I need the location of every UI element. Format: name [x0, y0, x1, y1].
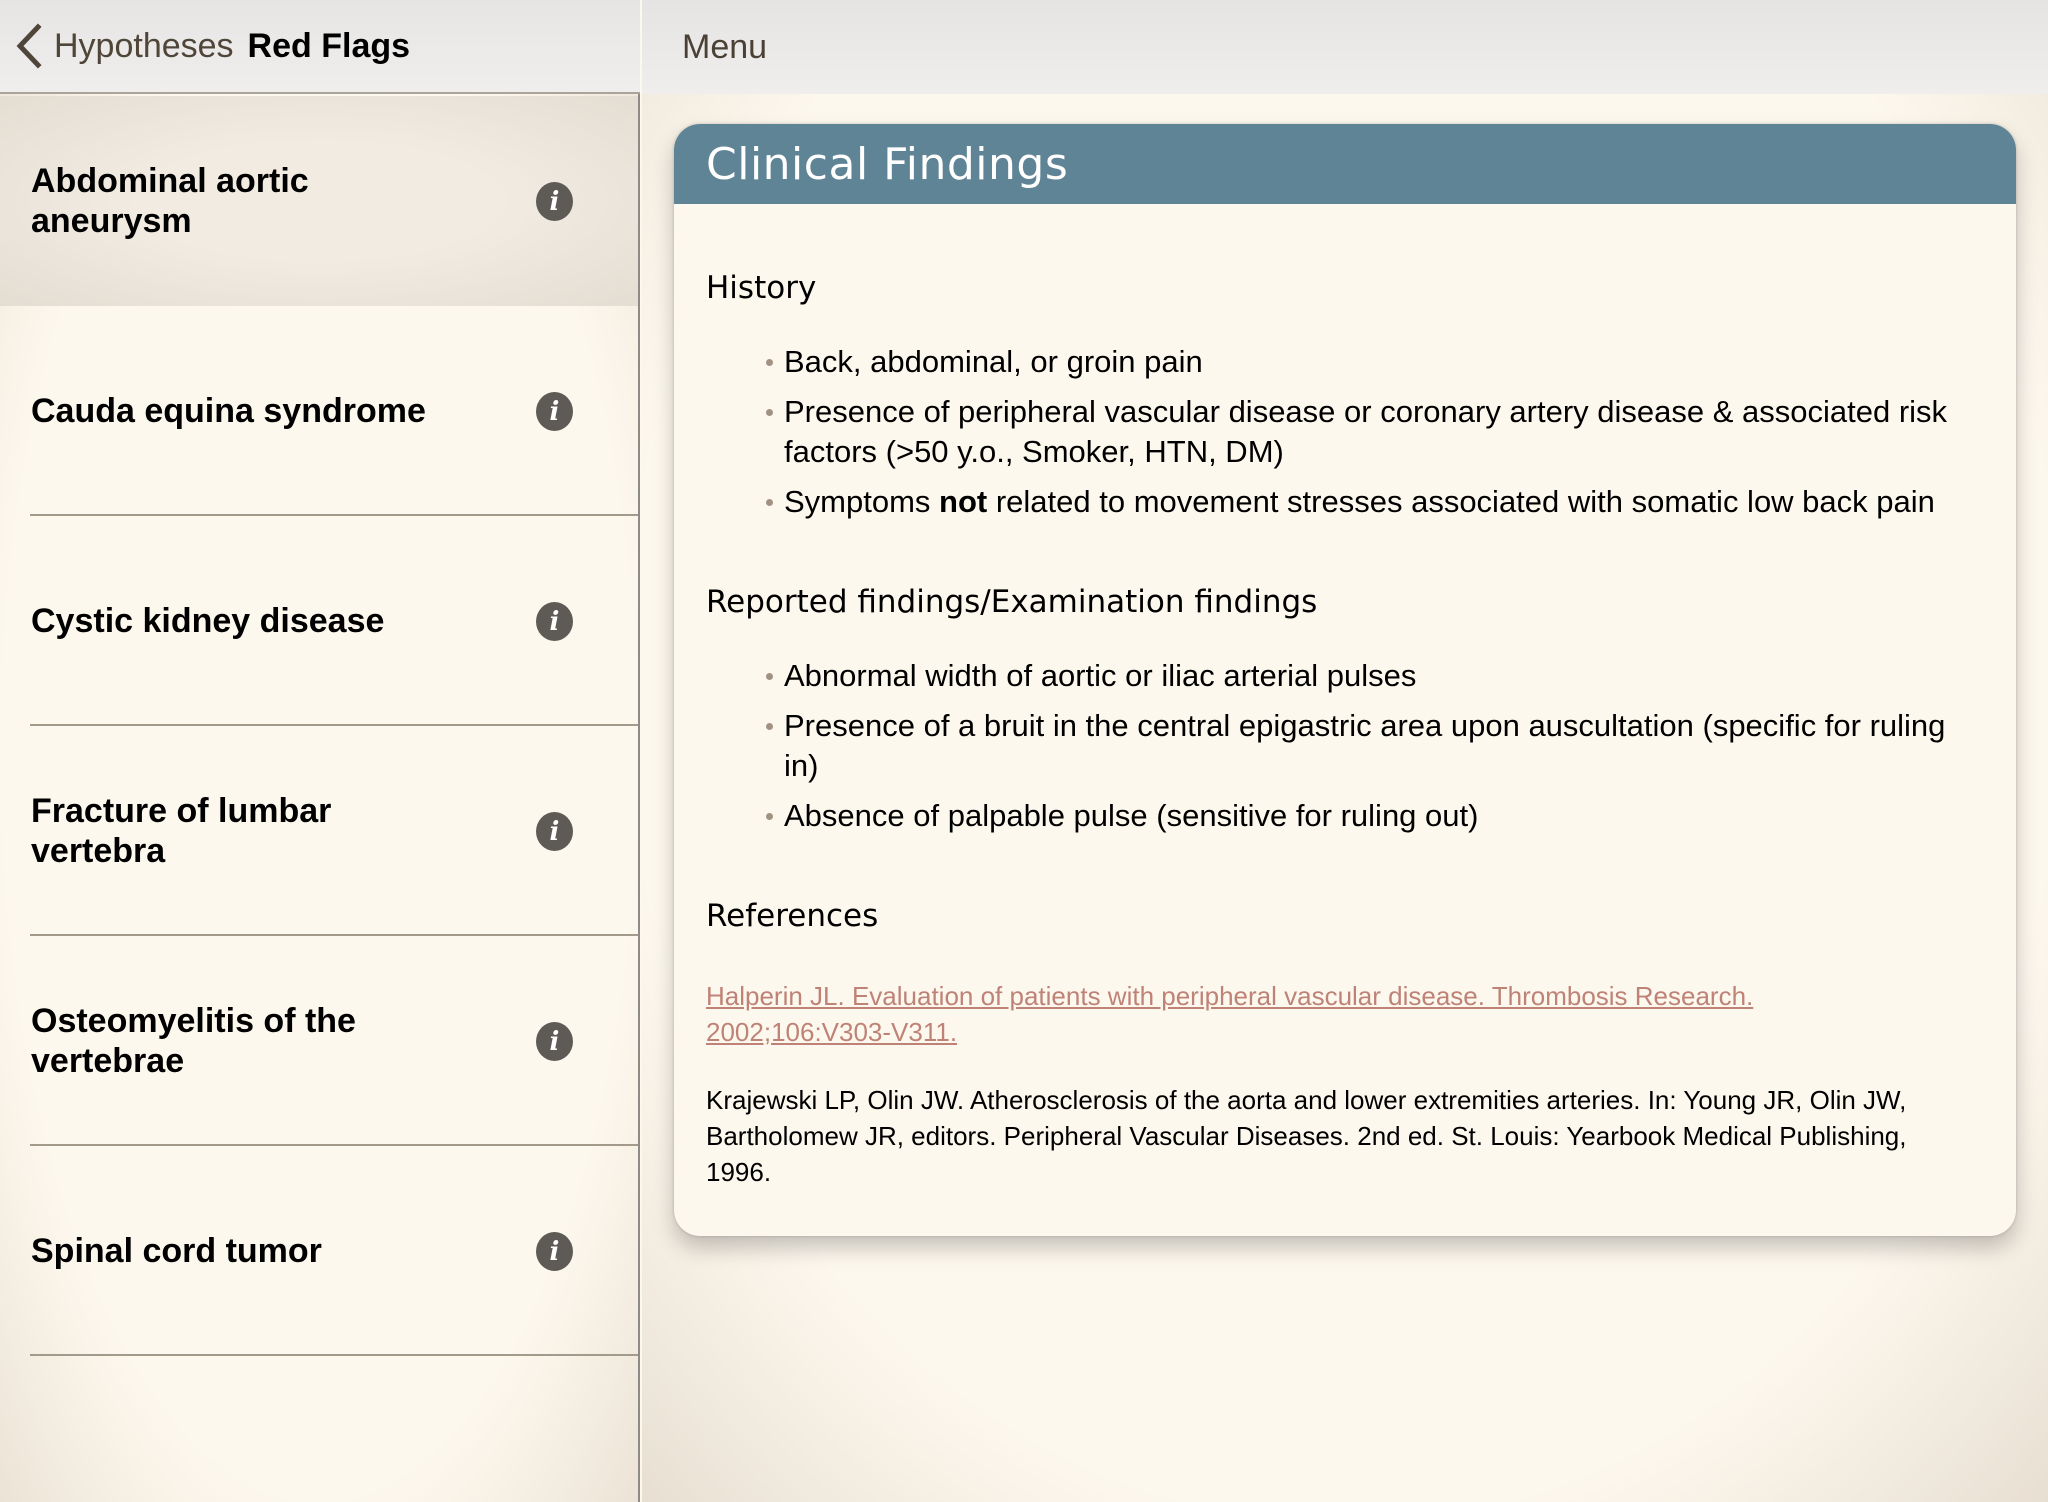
bullet-text: related to movement stresses associated … [987, 484, 1935, 519]
card-title: Clinical Findings [706, 138, 1069, 190]
history-heading: History [706, 270, 817, 306]
list-item[interactable]: Spinal cord tumor i [0, 1146, 638, 1356]
detail-pane: Menu Clinical Findings History Back, abd… [642, 0, 2048, 1502]
references-heading: References [706, 898, 879, 934]
list-item[interactable]: Fracture of lumbar vertebra i [0, 726, 638, 936]
red-flags-list: Abdominal aortic aneurysm i Cauda equina… [0, 96, 638, 1356]
detail-nav-bar: Menu [642, 0, 2048, 94]
exam-bullet: Absence of palpable pulse (sensitive for… [766, 796, 1984, 836]
sidebar-title: Red Flags [247, 26, 411, 65]
reference-link[interactable]: Halperin JL. Evaluation of patients with… [706, 978, 1926, 1050]
history-bullet: Back, abdominal, or groin pain [766, 342, 1984, 382]
menu-button[interactable]: Menu [682, 28, 767, 67]
sidebar-nav-bar: Hypotheses Red Flags [0, 0, 640, 94]
reference-text: Krajewski LP, Olin JW. Atherosclerosis o… [706, 1085, 1907, 1187]
list-item-label: Osteomyelitis of the vertebrae [31, 1002, 356, 1080]
bullet-text: Symptoms [784, 484, 940, 519]
list-item-label: Spinal cord tumor [31, 1232, 322, 1270]
history-bullet: Presence of peripheral vascular disease … [766, 392, 1984, 472]
exam-bullet: Presence of a bruit in the central epiga… [766, 706, 1984, 786]
list-item-label: Fracture of lumbar vertebra [31, 792, 332, 870]
info-icon[interactable]: i [536, 812, 573, 851]
info-icon[interactable]: i [536, 392, 573, 431]
list-item[interactable]: Cystic kidney disease i [0, 516, 638, 726]
divider [30, 1354, 638, 1356]
card-body: History Back, abdominal, or groin pain P… [674, 270, 2016, 1190]
back-button[interactable]: Hypotheses [14, 23, 234, 69]
history-bullet: Symptoms not related to movement stresse… [766, 482, 1984, 522]
info-icon[interactable]: i [536, 602, 573, 641]
card-header: Clinical Findings [674, 124, 2016, 204]
info-icon[interactable]: i [536, 182, 573, 221]
clinical-findings-card: Clinical Findings History Back, abdomina… [674, 124, 2016, 1236]
exam-bullet: Abnormal width of aortic or iliac arteri… [766, 656, 1984, 696]
exam-list: Abnormal width of aortic or iliac arteri… [766, 656, 1984, 836]
list-item-label: Cystic kidney disease [31, 602, 385, 640]
bullet-emphasis: not [939, 484, 988, 519]
info-icon[interactable]: i [536, 1232, 573, 1271]
list-item-label: Abdominal aortic aneurysm [31, 162, 309, 240]
chevron-left-icon [16, 23, 42, 69]
info-icon[interactable]: i [536, 1022, 573, 1061]
list-item[interactable]: Cauda equina syndrome i [0, 306, 638, 516]
exam-heading: Reported findings/Examination findings [706, 584, 1318, 620]
history-list: Back, abdominal, or groin pain Presence … [766, 342, 1984, 522]
list-item[interactable]: Abdominal aortic aneurysm i [0, 96, 638, 306]
list-item-label: Cauda equina syndrome [31, 392, 426, 430]
sidebar: Hypotheses Red Flags Abdominal aortic an… [0, 0, 640, 1502]
list-item[interactable]: Osteomyelitis of the vertebrae i [0, 936, 638, 1146]
back-label: Hypotheses [54, 26, 234, 65]
